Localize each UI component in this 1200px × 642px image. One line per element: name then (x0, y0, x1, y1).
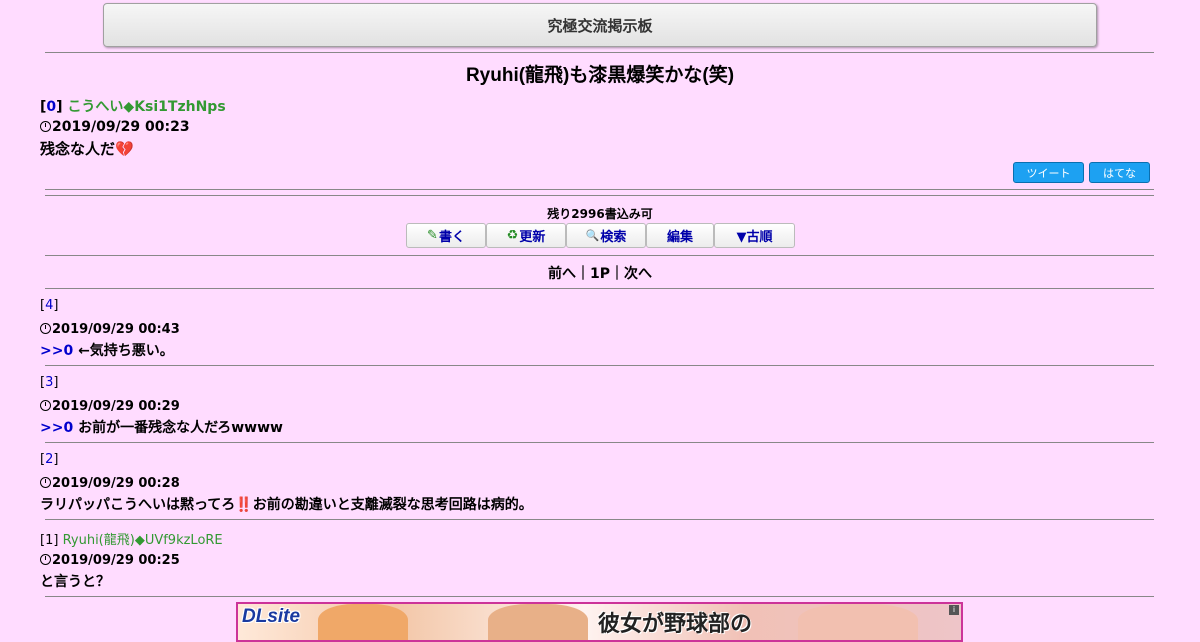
ad-illustration (488, 604, 588, 640)
clock-icon (40, 120, 51, 132)
post-author: こうへい◆Ksi1TzhNps (67, 99, 226, 115)
clock-icon (40, 476, 51, 488)
refresh-label: 更新 (519, 230, 546, 245)
clock-icon (40, 322, 51, 334)
sort-order-button[interactable]: ▼古順 (714, 223, 795, 248)
post-datetime: 2019/09/29 00:23 (52, 119, 190, 135)
post-author: Ryuhi(龍飛)◆UVf9kzLoRE (62, 533, 223, 548)
pencil-icon: ✎ (427, 228, 438, 243)
reply-post: [4] 2019/09/29 00:43 >>0 ←気持ち悪い。 (40, 298, 1150, 360)
post-datetime: 2019/09/29 00:28 (52, 475, 180, 491)
reply-anchor-link[interactable]: >>0 (40, 420, 73, 436)
post-header: [1] Ryuhi(龍飛)◆UVf9kzLoRE (40, 533, 223, 548)
post-header: [4] (40, 298, 59, 313)
post-datetime: 2019/09/29 00:29 (52, 398, 180, 414)
refresh-button[interactable]: ♻ 更新 (486, 223, 566, 248)
broken-heart-icon: 💔 (115, 140, 134, 158)
post-body: >>0 ←気持ち悪い。 (40, 340, 1150, 360)
divider (45, 365, 1154, 366)
divider (45, 189, 1154, 190)
divider (45, 52, 1154, 53)
site-header[interactable]: 究極交流掲示板 (103, 3, 1097, 47)
divider (45, 195, 1154, 196)
toolbar: ✎ 書く ♻ 更新 🔍 検索 編集 ▼古順 (406, 223, 795, 248)
ad-logo: DLsite (242, 606, 301, 627)
reply-post: [2] 2019/09/29 00:28 ラリパッパこうへいは黙ってろ‼️お前の… (40, 452, 1150, 514)
post-datetime: 2019/09/29 00:25 (52, 552, 180, 568)
post-meta: 2019/09/29 00:23 (40, 116, 1150, 138)
reply-post: [1] Ryuhi(龍飛)◆UVf9kzLoRE 2019/09/29 00:2… (40, 529, 1150, 591)
refresh-icon: ♻ (506, 228, 519, 243)
thread-title: Ryuhi(龍飛)も漆黒爆笑かな(笑) (465, 65, 735, 86)
post-meta: 2019/09/29 00:28 (40, 472, 1150, 494)
post-meta: 2019/09/29 00:25 (40, 549, 1150, 571)
search-label: 検索 (600, 230, 627, 245)
post-body: 残念な人だ💔 (40, 138, 1150, 160)
ad-title: 彼女が野球部の (598, 611, 753, 637)
clock-icon (40, 553, 51, 565)
edit-label: 編集 (666, 230, 693, 245)
post-text: 残念な人だ (40, 140, 116, 158)
search-icon: 🔍 (585, 229, 600, 242)
edit-button[interactable]: 編集 (646, 223, 714, 248)
hatena-button[interactable]: はてな (1089, 162, 1150, 183)
search-button[interactable]: 🔍 検索 (566, 223, 646, 248)
divider (45, 288, 1154, 289)
tweet-button[interactable]: ツイート (1013, 162, 1084, 183)
write-label: 書く (438, 230, 465, 245)
current-page-link[interactable]: 1P (590, 266, 610, 282)
remaining-count: 残り2996書込み可 (547, 207, 653, 221)
post-text: と言うと？ (40, 574, 110, 590)
divider (45, 442, 1154, 443)
pager: 前へ｜1P｜次へ (547, 266, 652, 282)
post-text: お前が一番残念な人だろwwww (78, 420, 283, 436)
post-body: ラリパッパこうへいは黙ってろ‼️お前の勘違いと支離滅裂な思考回路は病的。 (40, 494, 1150, 514)
post-text: ←気持ち悪い。 (78, 343, 174, 359)
ad-banner[interactable]: DLsite 彼女が野球部の i (236, 602, 963, 642)
post-header: [3] (40, 375, 59, 390)
clock-icon (40, 399, 51, 411)
post-header: [2] (40, 452, 59, 467)
post-number-link[interactable]: 0 (46, 99, 56, 115)
post-meta: 2019/09/29 00:29 (40, 395, 1150, 417)
divider (45, 596, 1154, 597)
write-button[interactable]: ✎ 書く (406, 223, 486, 248)
ad-illustration (798, 604, 918, 640)
site-title[interactable]: 究極交流掲示板 (547, 15, 652, 36)
ad-illustration (318, 604, 408, 640)
post-meta: 2019/09/29 00:43 (40, 318, 1150, 340)
sort-order-label: ▼古順 (736, 230, 773, 245)
next-page-link[interactable]: 次へ (624, 266, 652, 282)
ad-info-icon[interactable]: i (949, 605, 959, 615)
divider (45, 519, 1154, 520)
post-body: >>0 お前が一番残念な人だろwwww (40, 417, 1150, 437)
divider (45, 255, 1154, 256)
reply-anchor-link[interactable]: >>0 (40, 343, 73, 359)
post-header: [0] こうへい◆Ksi1TzhNps (40, 99, 226, 115)
post-body: と言うと？ (40, 571, 1150, 591)
prev-page-link[interactable]: 前へ (548, 266, 576, 282)
post-datetime: 2019/09/29 00:43 (52, 321, 180, 337)
post-text: ラリパッパこうへいは黙ってろ‼️お前の勘違いと支離滅裂な思考回路は病的。 (40, 497, 533, 513)
reply-post: [3] 2019/09/29 00:29 >>0 お前が一番残念な人だろwwww (40, 375, 1150, 437)
first-post: [0] こうへい◆Ksi1TzhNps 2019/09/29 00:23 残念な… (40, 96, 1150, 160)
